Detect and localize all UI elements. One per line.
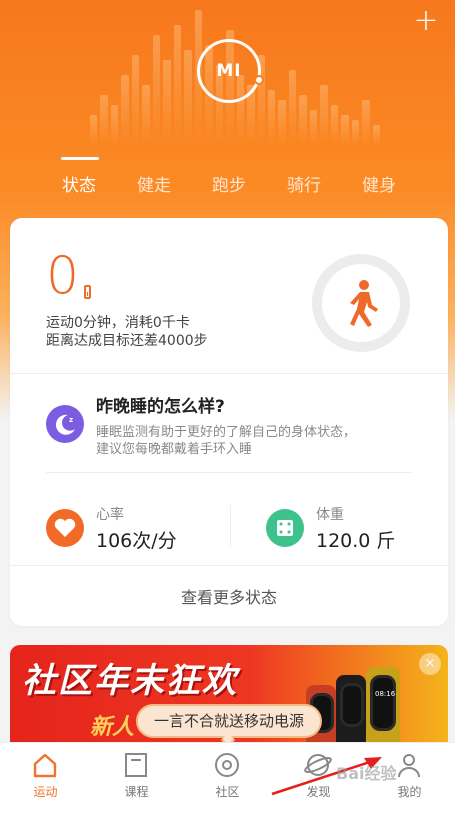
add-button[interactable]: + (411, 6, 441, 36)
activity-summary: 运动0分钟，消耗0千卡 (46, 315, 190, 331)
svg-text:z: z (69, 416, 73, 424)
weight-label: 体重 (316, 507, 344, 523)
decoration-bar (278, 100, 286, 145)
decoration-bar (131, 55, 140, 145)
nav-exercise[interactable]: 运动 (0, 743, 91, 813)
community-icon (215, 753, 239, 777)
scale-icon (266, 509, 304, 547)
decoration-bar (372, 125, 381, 145)
fitness-band-image (340, 683, 364, 727)
tab-status[interactable]: 状态 (62, 171, 96, 196)
decoration-bar (152, 35, 161, 145)
nav-label: 课程 (124, 785, 149, 799)
course-icon (125, 753, 147, 777)
profile-icon (398, 754, 420, 778)
heart-rate-value[interactable]: 106次/分 (96, 526, 177, 553)
active-tab-underline (61, 157, 99, 160)
decoration-bar (142, 85, 150, 145)
nav-label: 社区 (215, 785, 240, 799)
heart-rate-label: 心率 (96, 507, 124, 523)
logo-text: MI (216, 61, 242, 81)
decoration-bar (299, 95, 307, 145)
decoration-bar (341, 115, 349, 145)
sleep-description-2: 建议您每晚都戴着手环入睡 (96, 442, 253, 457)
banner-title: 社区年末狂欢 (22, 661, 238, 701)
close-icon[interactable]: × (419, 653, 441, 675)
home-icon (33, 753, 57, 778)
sleep-title[interactable]: 昨晚睡的怎么样? (96, 392, 225, 417)
decoration-bar (184, 50, 192, 145)
fitness-band-image: 08:16 (370, 675, 396, 731)
decoration-bar (173, 25, 182, 145)
logo-dot-icon (254, 75, 264, 85)
status-card: 0 运动0分钟，消耗0千卡 距离达成目标还差4000步 z 昨晚睡的怎么样? 睡… (10, 218, 448, 626)
decoration-bar (288, 70, 297, 145)
weight-value[interactable]: 120.0 斤 (316, 526, 395, 553)
divider (10, 565, 448, 566)
watch-time: 08:16 (375, 690, 396, 698)
tab-run[interactable]: 跑步 (212, 171, 246, 196)
nav-community[interactable]: 社区 (182, 743, 273, 813)
mi-logo: MI (197, 39, 264, 103)
decoration-bar (110, 105, 119, 145)
tab-walk[interactable]: 健走 (137, 171, 171, 196)
step-progress-ring[interactable] (312, 254, 410, 352)
sleep-moon-icon: z (46, 405, 84, 443)
decoration-bar (267, 90, 276, 145)
promo-tooltip[interactable]: 一言不合就送移动电源 (136, 704, 322, 738)
nav-label: 运动 (33, 785, 58, 799)
divider (46, 472, 412, 473)
view-more-status-button[interactable]: 查看更多状态 (10, 584, 448, 608)
walking-person-icon (350, 280, 378, 327)
decoration-bar (362, 100, 370, 145)
decoration-bar (163, 60, 171, 145)
decoration-bar (100, 95, 108, 145)
step-count[interactable]: 0 (46, 250, 79, 302)
tab-cycle[interactable]: 骑行 (287, 171, 321, 196)
decoration-bar (330, 105, 339, 145)
vertical-divider (230, 505, 231, 547)
band-battery-icon (84, 285, 91, 299)
decoration-bar (90, 115, 98, 145)
activity-tabs: 状态 健走 跑步 骑行 健身 (0, 155, 455, 196)
decoration-bar (351, 120, 360, 145)
goal-remaining: 距离达成目标还差4000步 (46, 333, 208, 349)
nav-courses[interactable]: 课程 (91, 743, 182, 813)
heart-icon (46, 509, 84, 547)
decoration-bar (320, 85, 328, 145)
divider (10, 373, 448, 374)
decoration-bar (309, 110, 318, 145)
banner-subtitle: 新人 (90, 715, 135, 740)
tab-fitness[interactable]: 健身 (362, 171, 396, 196)
watermark-logo: Bai经验 (336, 764, 397, 783)
decoration-bar (121, 75, 129, 145)
